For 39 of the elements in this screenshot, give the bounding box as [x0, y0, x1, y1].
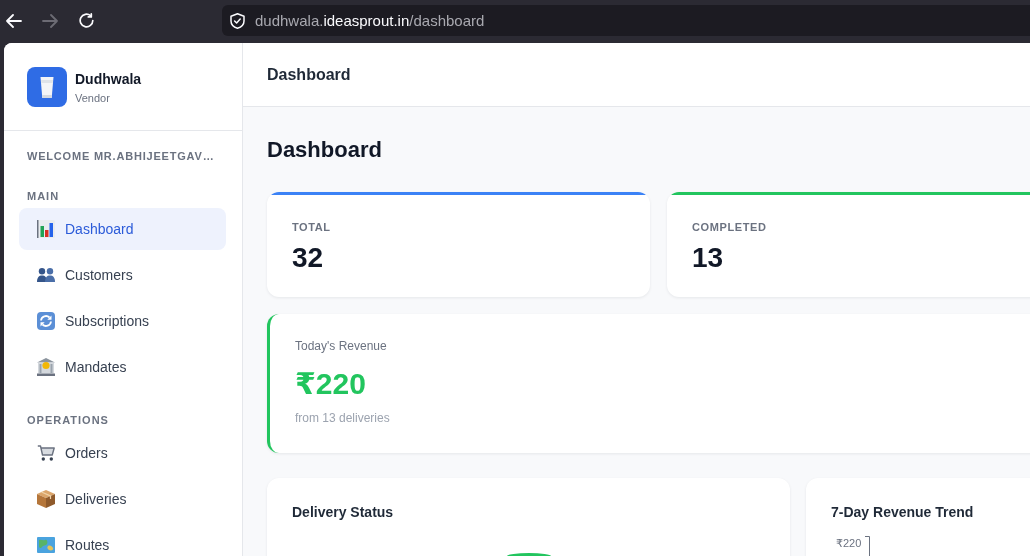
stat-label: TOTAL — [292, 220, 332, 235]
forward-arrow-icon — [42, 13, 58, 28]
revenue-value: ₹220 — [295, 366, 367, 402]
stat-value: 13 — [692, 241, 725, 275]
bank-building-icon — [37, 358, 55, 376]
nav-item[interactable]: Dashboard — [19, 208, 226, 250]
nav-item[interactable]: Subscriptions — [19, 300, 226, 342]
welcome-text: WELCOME MR.ABHIJEETGAV… — [27, 149, 215, 164]
back-arrow-icon — [6, 13, 22, 28]
nav-item[interactable]: Deliveries — [19, 478, 226, 520]
milk-glass-icon — [27, 67, 67, 107]
nav-item[interactable]: Customers — [19, 254, 226, 296]
page-title: Dashboard — [267, 136, 383, 164]
shopping-cart-icon — [37, 445, 55, 461]
url-text: dudhwala.ideasprout.in/dashboard — [255, 12, 485, 29]
sync-arrows-icon — [37, 312, 55, 330]
section-label: MAIN — [27, 189, 61, 204]
header-title: Dashboard — [267, 65, 351, 84]
nav-item[interactable]: Orders — [19, 432, 226, 474]
bar-chart-icon — [37, 220, 55, 238]
reload-icon — [78, 13, 94, 28]
brand-role: Vendor — [75, 90, 111, 105]
axis-tick-label: ₹220 — [836, 536, 862, 550]
revenue-label: Today's Revenue — [295, 338, 388, 354]
stat-label: COMPLETED — [692, 220, 768, 235]
people-icon — [37, 268, 55, 282]
nav-item[interactable]: Routes — [19, 524, 226, 556]
chart-title: Delivery Status — [292, 503, 395, 522]
donut-slice — [506, 553, 551, 556]
chart-title: 7-Day Revenue Trend — [831, 503, 975, 522]
revenue-note: from 13 deliveries — [295, 410, 391, 426]
cardboard-box-icon — [37, 490, 55, 508]
map-icon — [37, 537, 55, 553]
shield-check-icon — [230, 12, 245, 29]
brand-name: Dudhwala — [75, 69, 142, 88]
address-bar[interactable]: dudhwala.ideasprout.in/dashboard — [222, 5, 1030, 36]
section-label: OPERATIONS — [27, 413, 110, 428]
stat-value: 32 — [292, 241, 325, 275]
nav-item[interactable]: Mandates — [19, 346, 226, 388]
